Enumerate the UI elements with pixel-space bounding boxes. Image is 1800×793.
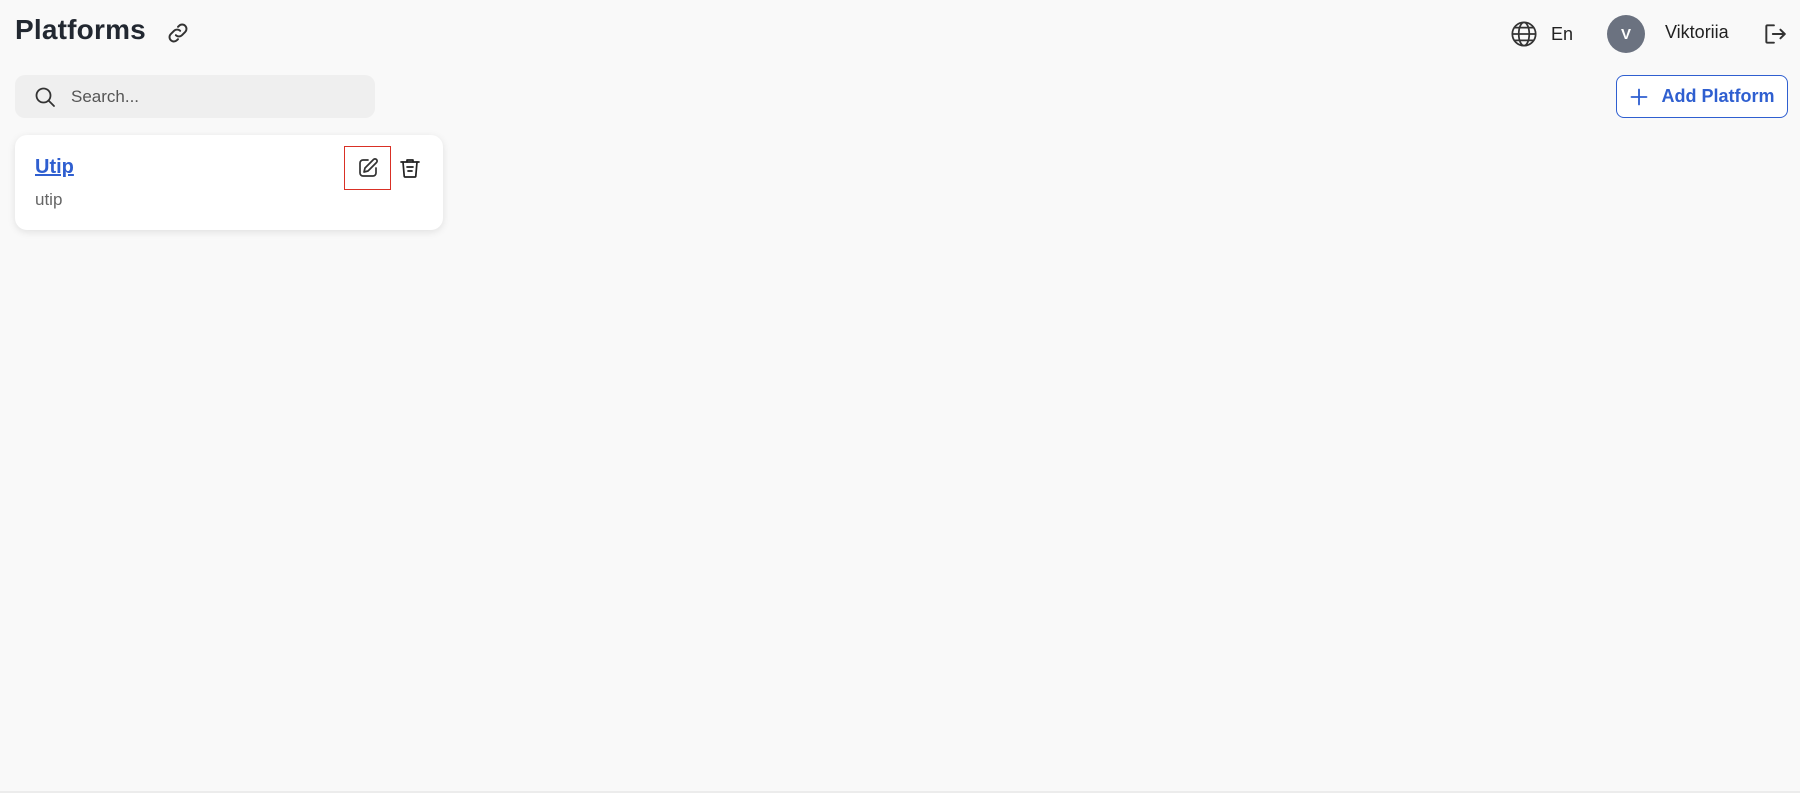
- page-title: Platforms: [15, 14, 146, 45]
- search-input[interactable]: [69, 85, 363, 108]
- search-box[interactable]: [15, 75, 375, 118]
- globe-icon: [1511, 21, 1537, 47]
- logout-icon[interactable]: [1762, 21, 1788, 47]
- delete-platform-button[interactable]: [397, 155, 423, 181]
- trash-icon: [400, 159, 420, 178]
- top-bar: Platforms En V Viktoriia: [0, 0, 1800, 68]
- platform-slug: utip: [35, 190, 63, 209]
- plus-icon: [1631, 88, 1648, 105]
- add-platform-label: Add Platform: [1661, 86, 1775, 106]
- user-name[interactable]: Viktoriia: [1665, 22, 1729, 43]
- edit-icon: [358, 158, 378, 177]
- platform-name-link[interactable]: Utip: [35, 156, 74, 179]
- avatar[interactable]: V: [1607, 15, 1645, 53]
- edit-platform-button[interactable]: [344, 146, 391, 190]
- platform-card: Utip utip: [15, 135, 443, 230]
- language-label: En: [1551, 23, 1574, 44]
- search-icon: [35, 87, 55, 107]
- link-icon[interactable]: [165, 20, 191, 46]
- add-platform-button[interactable]: Add Platform: [1616, 75, 1788, 118]
- language-selector[interactable]: En: [1510, 19, 1573, 49]
